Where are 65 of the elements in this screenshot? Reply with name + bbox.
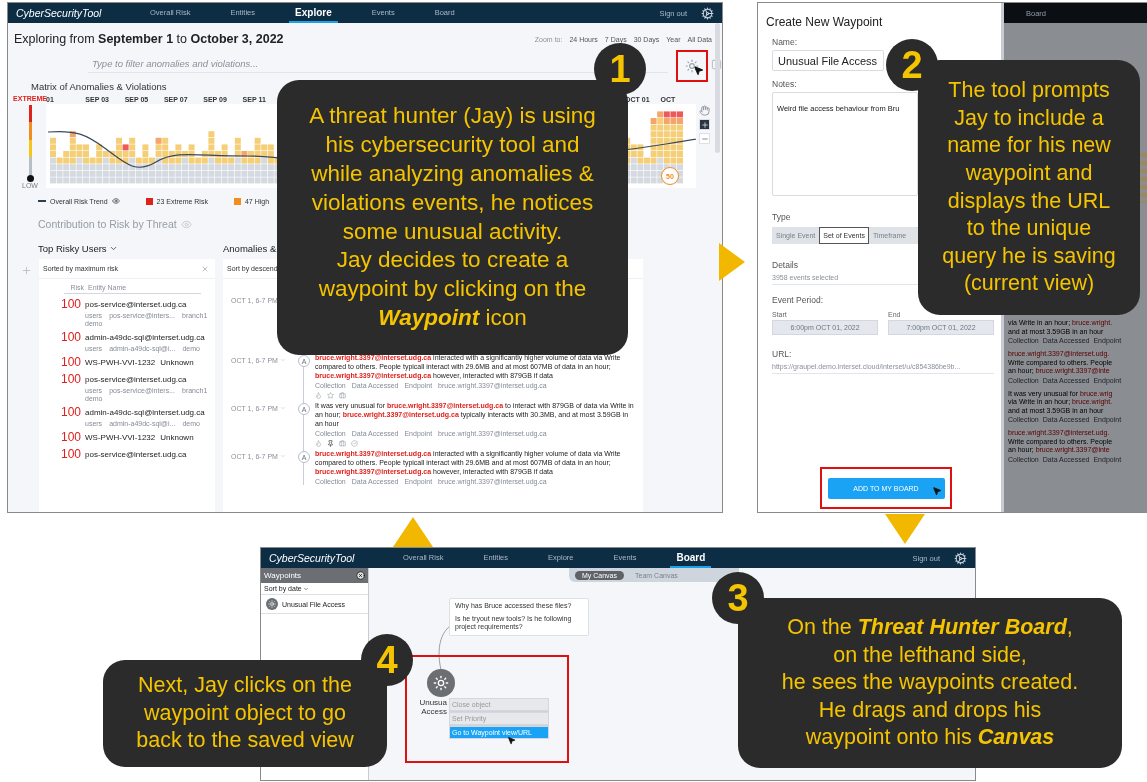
cursor-icon [931,485,942,496]
app-brand: CyberSecurityTool [269,552,356,564]
field-label: Type [772,212,792,222]
add-icon[interactable] [21,265,32,276]
cursor-icon [693,65,704,76]
sun-icon[interactable] [685,59,699,73]
section-title: Anomalies & [223,242,277,254]
risk-score: 100 [61,373,81,388]
node-label: Unusua [419,698,447,707]
settings-icon[interactable] [954,551,967,565]
check-icon [351,439,358,447]
field-label: Details [772,260,799,270]
risk-score: 100 [61,356,81,369]
name-field[interactable]: Unusual File Access [772,50,884,71]
close-icon[interactable] [356,571,365,580]
entity-name[interactable]: pos-service@interset.udg.ca [85,450,187,459]
entity-type: Unknown [160,433,194,442]
risk-scale-bar [28,105,32,175]
entity-name[interactable]: admin-a49dc-sql@interset.udg.ca [85,333,205,342]
caret-icon[interactable] [302,585,309,592]
scrollbar[interactable] [715,23,720,153]
section-title: Top Risky Users [38,242,107,254]
field-label: URL: [772,349,793,359]
app-brand: CyberSecurityTool [16,7,103,19]
field-label: Event Period: [772,295,825,305]
sun-icon [433,675,449,691]
callout-text: On the Threat Hunter Board, on the lefthand side, he sees the waypoints created. He drags and drops his waypoint onto his Canvas [781,614,1079,752]
entity-name[interactable]: admin-a49dc-sql@interset.udg.ca [85,408,205,417]
pin-icon [327,439,334,447]
sidebar-title: Waypoints [264,571,302,580]
waypoint-node[interactable] [427,669,455,697]
callout-text: A threat hunter (Jay) is using his cybersecurity tool and while analyzing anomalies & violations events, he notices some unusual activity. Jay decides to create a waypoint by clicking on the Waypoint icon [309,102,596,332]
star-icon [327,391,334,399]
plus-icon [700,120,709,129]
zoom-in-button[interactable] [699,119,710,130]
entity-type: Unknown [160,358,194,367]
field-label: Name: [772,37,799,47]
page-heading: Exploring from September 1 to October 3, 2022 [14,32,284,46]
matrix-title: Matrix of Anomalies & Violations [31,81,168,92]
section-title: Contribution to Risk by Threat [38,218,177,230]
risk-score: 100 [61,331,81,346]
entity-name[interactable]: WS-PWH-VVI-1232 [85,433,156,442]
flame-icon [315,391,322,399]
settings-icon[interactable] [701,6,714,20]
entity-name[interactable]: WS-PWH-VVI-1232 [85,358,156,367]
risk-score: 100 [61,431,81,444]
arrow-right-icon [719,243,745,281]
node-label: Access [421,707,447,716]
dialog-title: Create New Waypoint [766,15,884,29]
risk-score: 100 [61,298,81,313]
scale-handle[interactable] [26,175,34,182]
arrow-down-icon [885,514,925,544]
entity-name[interactable]: pos-service@interset.udg.ca [85,300,187,309]
eye-icon[interactable] [111,197,120,205]
cursor-icon [507,736,516,745]
square-icon[interactable] [711,58,722,70]
arrow-up-icon [393,517,433,547]
briefcase-icon [339,391,346,399]
briefcase-icon [339,439,346,447]
nav-tab[interactable]: Explore [289,3,338,23]
callout-text: Next, Jay clicks on the waypoint object to go back to the saved view [136,672,354,755]
risk-score: 100 [61,448,81,461]
flame-icon [315,439,322,447]
risk-score: 100 [61,406,81,421]
entity-name[interactable]: pos-service@interset.udg.ca [85,375,187,384]
